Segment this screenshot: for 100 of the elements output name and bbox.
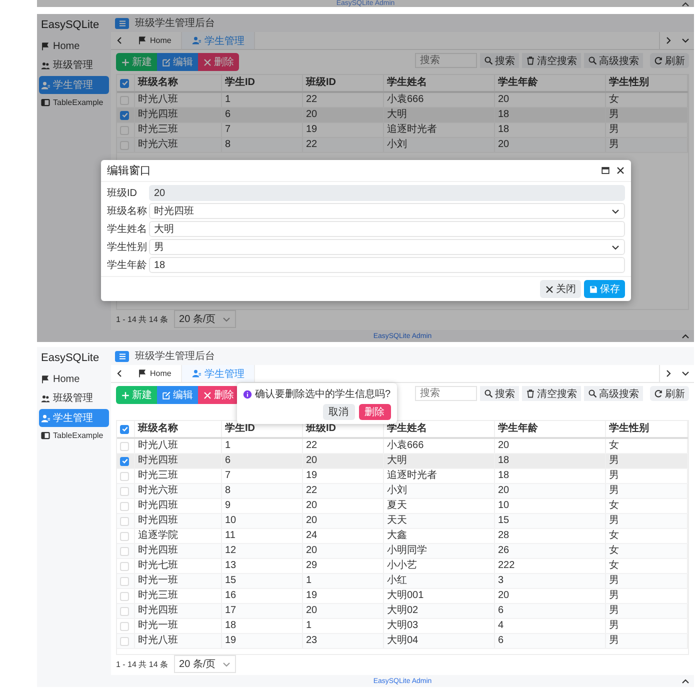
table-cell: 22 <box>306 94 318 105</box>
select-all-checkbox[interactable] <box>120 78 129 88</box>
table-cell: 男 <box>609 124 619 135</box>
app-brand: EasySQLite <box>40 351 100 366</box>
menu-item-icon <box>41 60 50 70</box>
search-toolbar-button[interactable]: 清空搜索 <box>522 53 581 68</box>
table-cell: 18 <box>498 109 510 120</box>
table-cell: 时光六班 <box>138 139 178 150</box>
search-toolbar-button[interactable]: 清空搜索 <box>522 386 581 401</box>
chevron-down-icon <box>222 660 231 668</box>
table-cell: 女 <box>609 545 619 556</box>
column-header: 学生年龄 <box>498 77 538 88</box>
table-cell: 1 <box>306 620 312 631</box>
table-cell: 小袁666 <box>387 94 424 105</box>
table-cell: 男 <box>609 139 619 150</box>
table-cell: 15 <box>498 515 510 526</box>
menu-button[interactable] <box>115 18 129 28</box>
row-checkbox[interactable] <box>120 110 129 120</box>
close-dialog-button[interactable]: 关闭 <box>540 280 581 298</box>
table-cell: 29 <box>306 560 318 571</box>
search-toolbar-button[interactable]: 搜索 <box>480 386 519 401</box>
search-toolbar-button[interactable]: 刷新 <box>650 53 689 68</box>
table-cell: 时光四班 <box>138 500 178 511</box>
table-cell: 20 <box>498 590 510 601</box>
table-cell: 小小艺 <box>387 560 417 571</box>
page-size-select[interactable]: 20 条/页 <box>174 310 236 328</box>
table-cell: 追逐学院 <box>138 530 178 541</box>
close-icon <box>203 58 212 66</box>
menu-item-icon <box>41 431 50 440</box>
table-cell: 女 <box>609 440 619 451</box>
search-field[interactable]: 搜索 <box>415 386 477 401</box>
sidebar-item[interactable]: Home <box>39 372 109 387</box>
page-size-select[interactable]: 20 条/页 <box>174 655 236 673</box>
table-cell: 22 <box>306 485 318 496</box>
search-toolbar-button[interactable]: 高级搜索 <box>584 386 643 401</box>
table-cell: 大明03 <box>387 620 418 631</box>
chevron-right-icon <box>664 369 673 378</box>
table-cell: 20 <box>306 500 318 511</box>
table-cell: 20 <box>306 455 318 466</box>
table-cell: 男 <box>609 605 619 616</box>
app-brand: EasySQLite <box>40 18 100 33</box>
flag-icon <box>138 36 147 45</box>
sidebar-item[interactable]: TableExample <box>39 429 109 442</box>
table-cell: 男 <box>609 485 619 496</box>
search-toolbar-button[interactable]: 高级搜索 <box>584 53 643 68</box>
table-cell: 6 <box>498 605 504 616</box>
menu-icon <box>118 18 126 28</box>
table-cell: 20 <box>306 515 318 526</box>
scroll-top-button[interactable] <box>681 0 690 9</box>
table-cell: 小袁666 <box>387 440 424 451</box>
save-icon <box>589 284 598 294</box>
search-toolbar-button[interactable]: 搜索 <box>480 53 519 68</box>
menu-button[interactable] <box>115 350 129 362</box>
table-cell: 4 <box>498 620 504 631</box>
menu-icon <box>118 352 126 360</box>
table-cell: 男 <box>609 590 619 601</box>
chevron-left-icon <box>115 369 124 378</box>
table-cell: 男 <box>609 635 619 646</box>
sidebar-item[interactable]: 班级管理 <box>39 56 109 74</box>
table-cell: 时光四班 <box>138 545 178 556</box>
table-cell: 16 <box>225 590 236 601</box>
table-cell: 18 <box>498 455 510 466</box>
search-field[interactable]: 搜索 <box>415 53 477 68</box>
field-label: 班级ID <box>107 186 138 200</box>
scroll-top-button[interactable] <box>681 676 690 686</box>
table-cell: 10 <box>225 515 236 526</box>
delete-button[interactable]: 删除 <box>358 404 391 420</box>
trash-icon <box>526 389 535 398</box>
close-icon <box>616 166 625 175</box>
input-field[interactable]: 大明 <box>149 221 625 237</box>
header-title: 班级学生管理后台 <box>135 16 215 30</box>
chevron-down-icon <box>611 242 620 252</box>
table-cell: 12 <box>225 545 236 556</box>
table-cell: 时光六班 <box>138 485 178 496</box>
input-field[interactable]: 18 <box>149 257 625 273</box>
select-field[interactable]: 男 <box>149 239 625 255</box>
menu-item-icon <box>41 375 50 384</box>
select-field[interactable]: 时光四班 <box>149 203 625 219</box>
chevron-down-icon <box>222 314 231 324</box>
table-cell: 大鑫 <box>387 530 407 541</box>
table-cell: 时光八班 <box>138 94 178 105</box>
confirm-message: 确认要删除选中的学生信息吗? <box>255 388 391 401</box>
table-cell: 19 <box>306 590 318 601</box>
action-button[interactable]: 删除 <box>198 386 239 404</box>
close-button[interactable] <box>616 166 625 175</box>
select-all-checkbox[interactable] <box>120 424 129 434</box>
user-icon <box>192 369 202 378</box>
table-cell: 时光三班 <box>138 124 178 135</box>
sidebar-item[interactable]: 班级管理 <box>39 389 109 407</box>
sidebar-item[interactable]: Home <box>39 39 109 54</box>
scroll-top-button[interactable] <box>681 332 690 340</box>
table-cell: 时光八班 <box>138 635 178 646</box>
table-cell: 大明02 <box>387 605 418 616</box>
search-toolbar-button[interactable]: 刷新 <box>650 386 689 401</box>
sidebar-item[interactable]: TableExample <box>39 96 109 109</box>
table-cell: 男 <box>609 470 619 481</box>
cancel-button[interactable]: 取消 <box>322 404 355 420</box>
table-cell: 19 <box>306 470 318 481</box>
row-checkbox[interactable] <box>120 456 129 466</box>
maximize-button[interactable] <box>601 166 610 175</box>
